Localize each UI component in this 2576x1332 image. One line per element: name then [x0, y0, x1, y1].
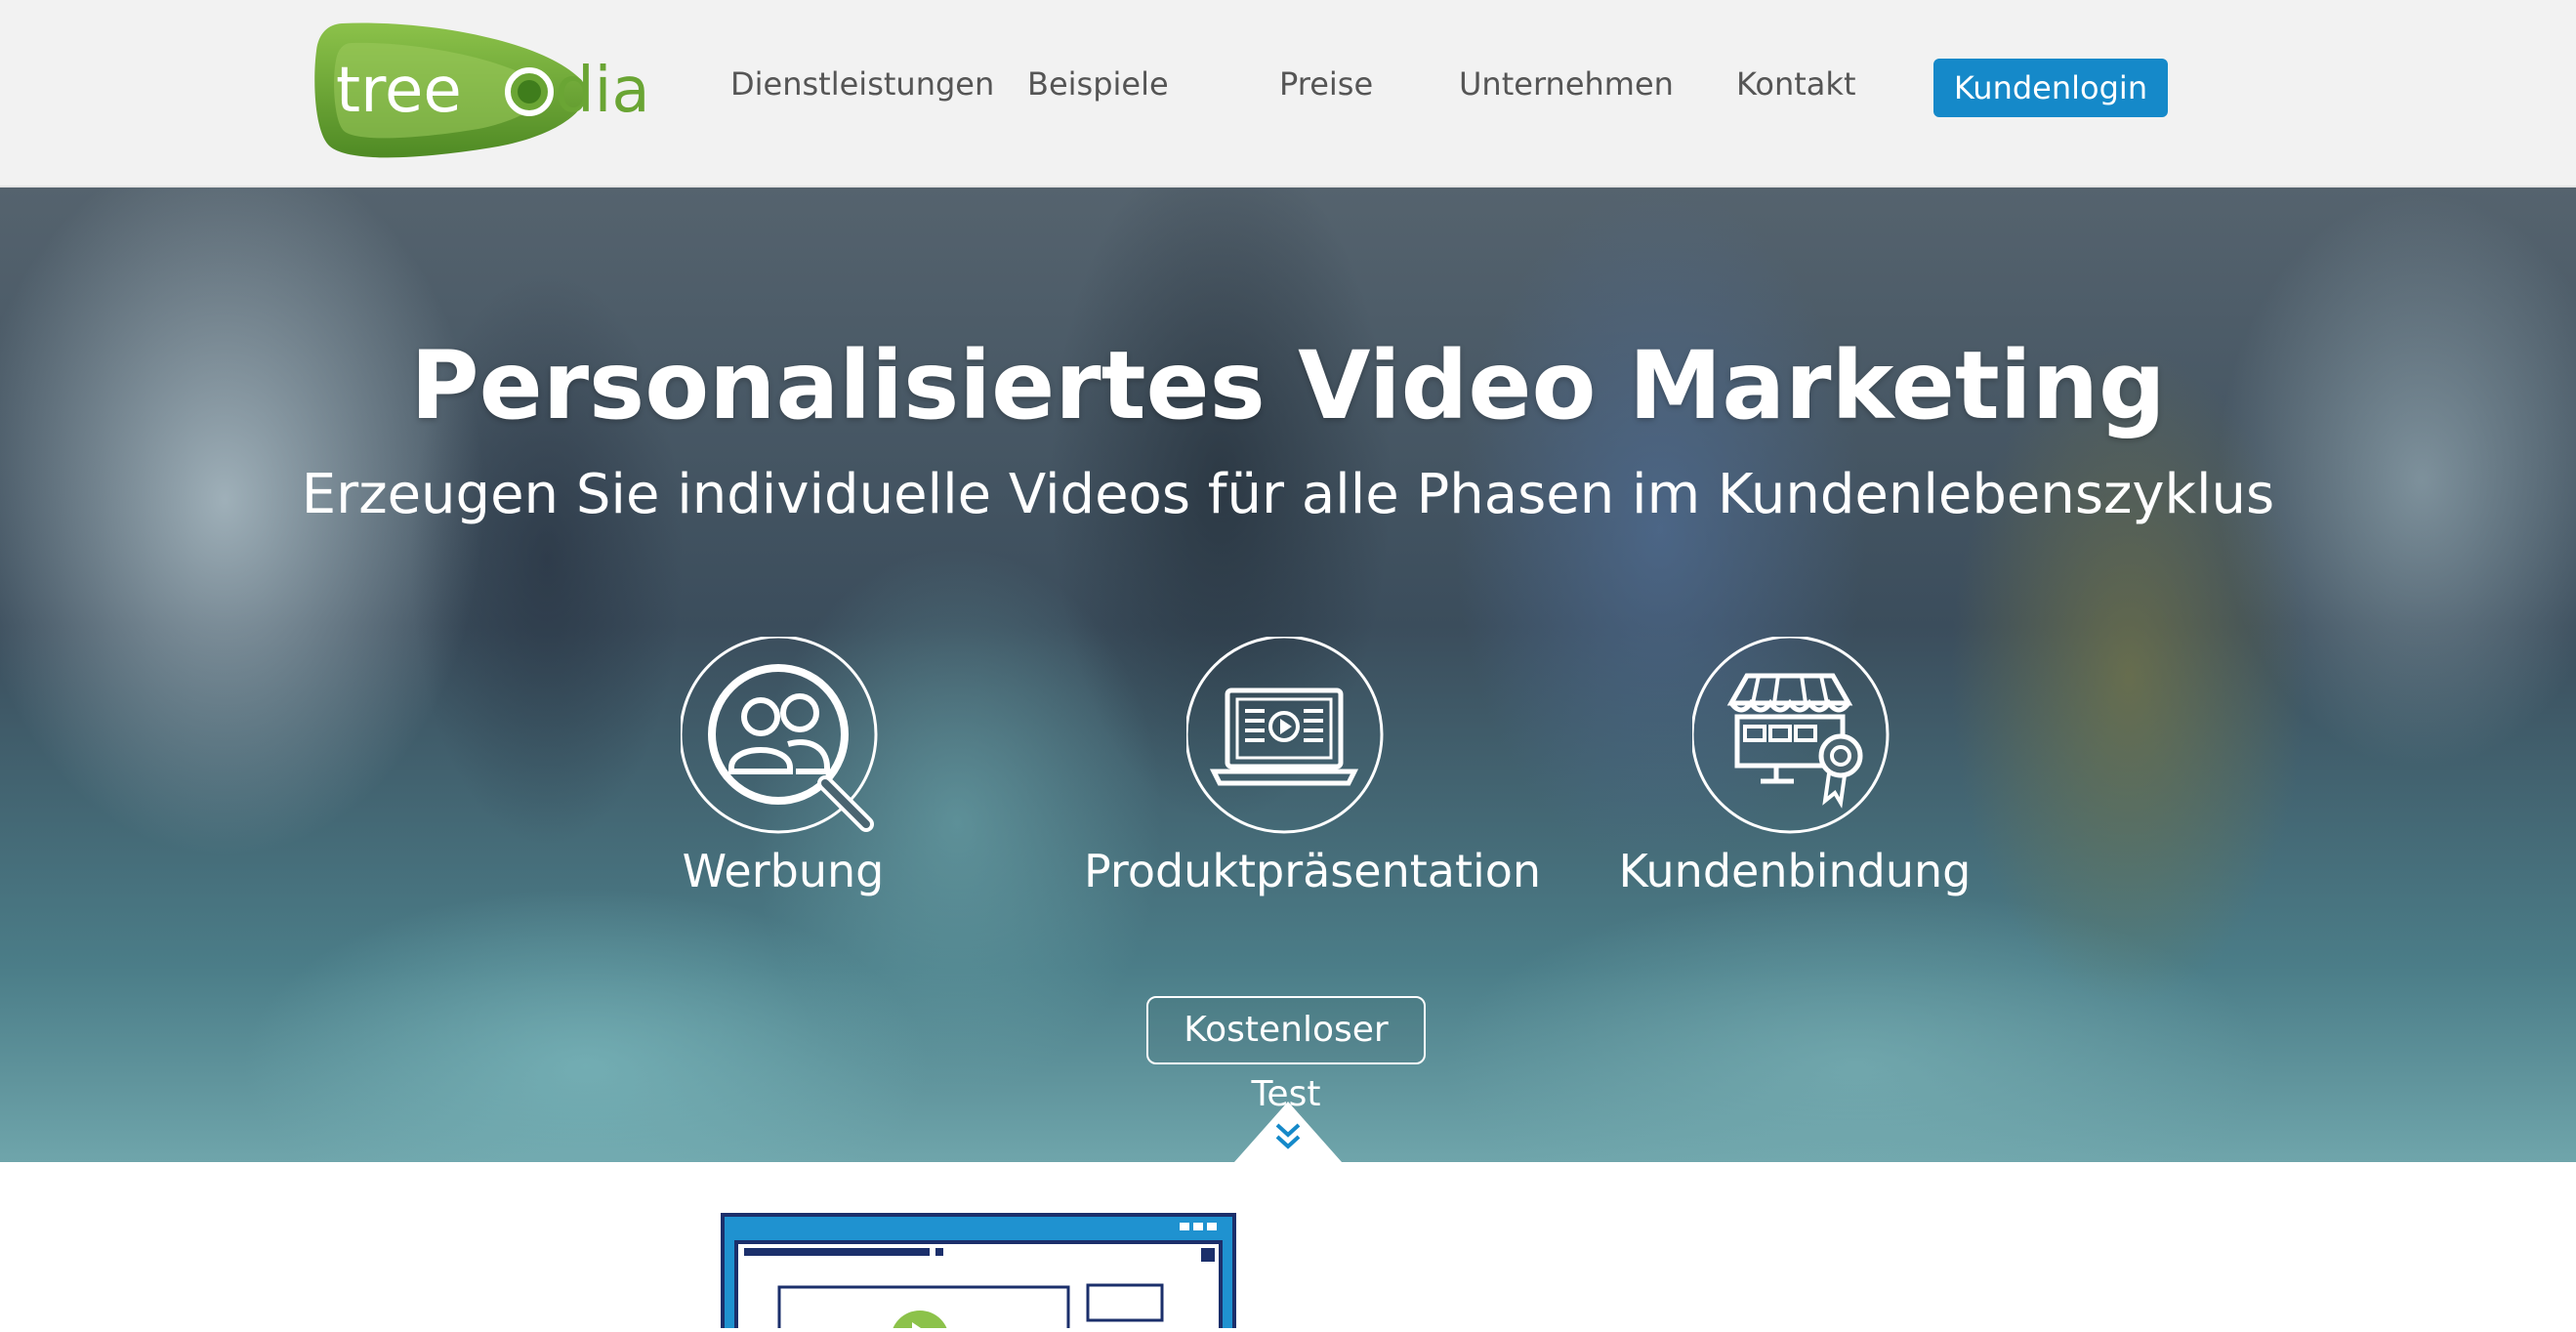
laptop-video-icon: [1186, 637, 1384, 834]
nav-dienstleistungen[interactable]: Dienstleistungen: [730, 64, 994, 104]
feature-label: Kundenbindung: [1618, 845, 1972, 897]
feature-label: Produktpräsentation: [1084, 845, 1542, 897]
feature-produktpraesentation[interactable]: Produktpräsentation: [1084, 637, 1542, 920]
feature-kundenbindung[interactable]: Kundenbindung: [1590, 637, 2000, 920]
kundenlogin-button[interactable]: Kundenlogin: [1933, 59, 2168, 117]
storefront-badge-icon: [1692, 637, 1890, 834]
feature-werbung[interactable]: Werbung: [578, 637, 988, 920]
browser-mockup-illustration: [721, 1213, 1236, 1332]
site-header: tree dia Dienstleistungen Beispiele Prei…: [0, 0, 2576, 187]
double-chevron-down-icon: [1234, 1102, 1342, 1162]
hero-section: Personalisiertes Video Marketing Erzeuge…: [0, 187, 2576, 1162]
hero-subtitle: Erzeugen Sie individuelle Videos für all…: [301, 463, 2275, 526]
main-nav: Dienstleistungen Beispiele Preise Untern…: [0, 0, 2576, 176]
free-trial-button[interactable]: Kostenloser Test: [1146, 996, 1426, 1114]
people-search-icon: [681, 637, 878, 834]
nav-unternehmen[interactable]: Unternehmen: [1459, 64, 1674, 104]
nav-beispiele[interactable]: Beispiele: [1027, 64, 1169, 104]
hero-title: Personalisiertes Video Marketing: [410, 331, 2166, 440]
feature-label: Werbung: [682, 845, 885, 897]
nav-kontakt[interactable]: Kontakt: [1736, 64, 1855, 104]
scroll-down-tab[interactable]: [1234, 1102, 1342, 1162]
nav-preise[interactable]: Preise: [1279, 64, 1373, 104]
